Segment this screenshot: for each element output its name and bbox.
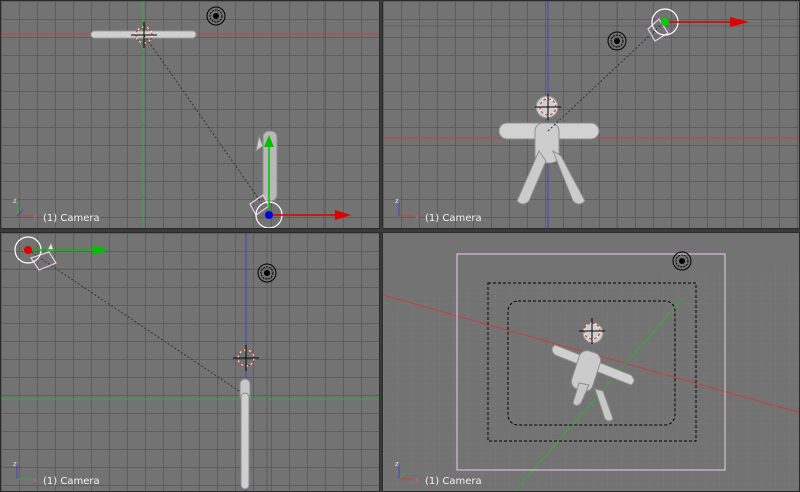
character-mesh-front[interactable] [498,95,600,205]
camera-track-line [547,22,664,132]
svg-text:z: z [395,197,399,205]
viewport-bottom-left-canvas [1,233,379,491]
viewport-top-left-canvas [1,1,379,228]
svg-text:z: z [13,197,17,205]
lamp-icon[interactable] [257,263,277,283]
viewport-divider-horizontal[interactable] [0,229,800,232]
lamp-icon[interactable] [607,31,627,51]
svg-text:z: z [395,460,399,468]
svg-text:z: z [13,460,17,468]
viewport-divider-vertical[interactable] [380,0,382,492]
axis-icon: z x [395,197,419,221]
blender-3d-viewports: z x (1) Camera z x (1) Camera z x (1) Ca… [0,0,800,492]
lamp-icon[interactable] [672,251,692,271]
viewport-bottom-right-canvas [383,251,799,491]
viewport-top-left[interactable]: z x (1) Camera [0,0,380,229]
camera-track-line [143,34,264,206]
svg-text:x: x [415,476,419,484]
viewport-label: (1) Camera [425,213,482,224]
character-mesh-side[interactable] [239,378,251,490]
svg-text:x: x [33,476,37,484]
svg-text:x: x [415,213,419,221]
lamp-icon[interactable] [206,6,226,26]
axis-icon: z x [13,197,37,221]
cursor-icon [233,345,259,371]
cursor-icon [535,94,561,120]
viewport-label: (1) Camera [43,213,100,224]
axis-icon: z x [13,460,37,484]
axis-icon: z x [395,460,419,484]
viewport-bottom-right[interactable]: z x (1) Camera [382,232,800,492]
transform-manipulator-icon[interactable] [14,236,109,264]
camera-track-line [27,249,246,396]
viewport-label: (1) Camera [43,476,100,487]
svg-text:x: x [33,213,37,221]
viewport-bottom-left[interactable]: z x (1) Camera [0,232,380,492]
viewport-top-right[interactable]: z x (1) Camera [382,0,800,229]
viewport-label: (1) Camera [425,476,482,487]
viewport-top-right-canvas [383,1,799,228]
